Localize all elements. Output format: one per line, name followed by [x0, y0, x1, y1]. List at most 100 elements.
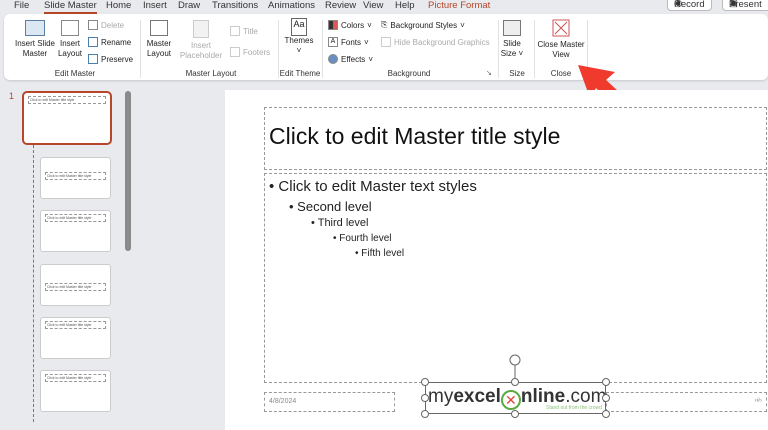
thumb-title: Click to edit Master title style — [45, 374, 106, 382]
ribbon: Insert Slide Master Insert Layout Delete… — [4, 14, 768, 80]
divider — [534, 20, 535, 78]
rename-button[interactable]: Rename — [88, 37, 131, 47]
preserve-icon — [88, 54, 98, 64]
thumbnail-layout[interactable]: Click to edit Master title style — [40, 157, 111, 199]
layout-icon — [61, 20, 79, 36]
label: Footers — [243, 47, 271, 57]
themes-icon: Aa — [291, 18, 307, 36]
delete-icon — [88, 20, 98, 30]
rename-icon — [88, 37, 98, 47]
divider — [322, 20, 323, 78]
insert-slide-master-button[interactable]: Insert Slide Master — [10, 20, 60, 59]
close-master-view-button[interactable]: Close Master View — [536, 19, 586, 60]
fonts-dropdown[interactable]: A Fonts ˅ — [328, 37, 369, 47]
hide-background-graphics-checkbox[interactable]: Hide Background Graphics — [381, 37, 490, 47]
slide-number-text: ‹#› — [754, 398, 762, 404]
thumbnail-master[interactable]: Click to edit Master title style — [22, 91, 112, 145]
slide-size-icon — [503, 20, 521, 36]
record-button[interactable]: ◉ Record — [667, 0, 712, 11]
title-placeholder[interactable]: Click to edit Master title style — [264, 107, 767, 170]
master-layout-button[interactable]: Master Layout — [144, 20, 174, 59]
thumb-title: Click to edit Master title style — [45, 172, 106, 180]
label: Delete — [101, 20, 125, 30]
dialog-launcher-icon[interactable]: ↘ — [486, 69, 492, 77]
checkbox-icon — [381, 37, 391, 47]
checkbox-icon — [230, 47, 240, 57]
background-styles-icon: ⎘ — [381, 20, 388, 29]
tab-review[interactable]: Review — [325, 0, 356, 11]
tab-view[interactable]: View — [363, 0, 383, 11]
level-5: • Fifth level — [355, 248, 405, 259]
effects-dropdown[interactable]: Effects ˅ — [328, 54, 373, 64]
group-label-background: Background — [387, 69, 431, 78]
label: Rename — [101, 37, 132, 47]
background-styles-dropdown[interactable]: ⎘ Background Styles ˅ — [381, 20, 465, 30]
label: Colors — [341, 20, 365, 30]
label: Effects — [341, 54, 366, 64]
tab-animations[interactable]: Animations — [268, 0, 315, 11]
fonts-icon: A — [328, 37, 338, 47]
level-1: • Click to edit Master text styles — [269, 178, 477, 195]
level-2: • Second level — [289, 199, 372, 214]
label: Fonts — [341, 37, 362, 47]
colors-dropdown[interactable]: Colors ˅ — [328, 20, 372, 30]
slide-size-button[interactable]: Slide Size ˅ — [500, 20, 524, 59]
group-label-master-layout: Master Layout — [185, 69, 237, 78]
thumb-title: Click to edit Master title style — [45, 283, 106, 291]
label: Preserve — [101, 54, 134, 64]
preserve-button[interactable]: Preserve — [88, 54, 133, 64]
title-text: Click to edit Master title style — [269, 123, 561, 149]
placeholder-icon — [193, 20, 209, 38]
themes-button[interactable]: Aa Themes ˅ — [282, 18, 316, 56]
thumb-title: Click to edit Master title style — [28, 96, 106, 104]
tab-slide-master[interactable]: Slide Master — [44, 0, 97, 14]
thumbnail-layout[interactable]: Click to edit Master title style — [40, 210, 111, 252]
divider — [498, 20, 499, 78]
label: Insert Placeholder — [179, 41, 223, 60]
label: Insert Slide Master — [14, 39, 56, 58]
level-text: Click to edit Master text styles — [278, 178, 477, 195]
label: Insert Layout — [57, 39, 83, 58]
level-text: Fourth level — [339, 233, 392, 244]
tab-picture-format[interactable]: Picture Format — [428, 0, 490, 11]
layout-connector — [33, 145, 34, 422]
master-layout-icon — [150, 20, 168, 36]
colors-icon — [328, 20, 338, 30]
tab-home[interactable]: Home — [106, 0, 131, 11]
effects-icon — [328, 54, 338, 64]
level-3: • Third level — [311, 217, 369, 229]
thumbnail-layout[interactable]: Click to edit Master title style — [40, 264, 111, 306]
delete-button[interactable]: Delete — [88, 20, 124, 30]
insert-placeholder-button[interactable]: Insert Placeholder — [176, 20, 226, 61]
group-label-size: Size — [509, 69, 525, 78]
close-icon — [552, 19, 570, 37]
slide-master-icon — [25, 20, 45, 36]
level-text: Fifth level — [361, 248, 405, 259]
level-text: Third level — [317, 217, 369, 229]
tab-file[interactable]: File — [14, 0, 29, 11]
tab-insert[interactable]: Insert — [143, 0, 167, 11]
label: Themes — [284, 36, 314, 45]
present-button[interactable]: ▣ Present — [722, 0, 768, 11]
date-placeholder[interactable]: 4/8/2024 — [264, 392, 395, 412]
slide-number-placeholder[interactable]: ‹#› — [606, 392, 767, 412]
label: Close Master View — [537, 40, 585, 59]
rotate-handle-icon — [509, 354, 521, 366]
footers-checkbox[interactable]: Footers — [230, 47, 270, 57]
present-icon: ▣ — [729, 0, 738, 9]
divider — [140, 20, 141, 78]
thumbnail-layout[interactable]: Click to edit Master title style — [40, 370, 111, 412]
insert-layout-button[interactable]: Insert Layout — [56, 20, 84, 59]
label: Master Layout — [146, 39, 172, 58]
group-label-edit-theme: Edit Theme — [279, 69, 321, 78]
selection-handles[interactable] — [420, 350, 612, 422]
label: Background Styles — [390, 20, 458, 30]
title-checkbox[interactable]: Title — [230, 26, 258, 36]
tab-help[interactable]: Help — [395, 0, 415, 11]
tab-transitions[interactable]: Transitions — [212, 0, 258, 11]
thumb-title: Click to edit Master title style — [45, 214, 106, 222]
record-icon: ◉ — [674, 0, 683, 9]
thumbnail-scrollbar[interactable] — [125, 91, 131, 251]
thumbnail-layout[interactable]: Click to edit Master title style — [40, 317, 111, 359]
tab-draw[interactable]: Draw — [178, 0, 200, 11]
